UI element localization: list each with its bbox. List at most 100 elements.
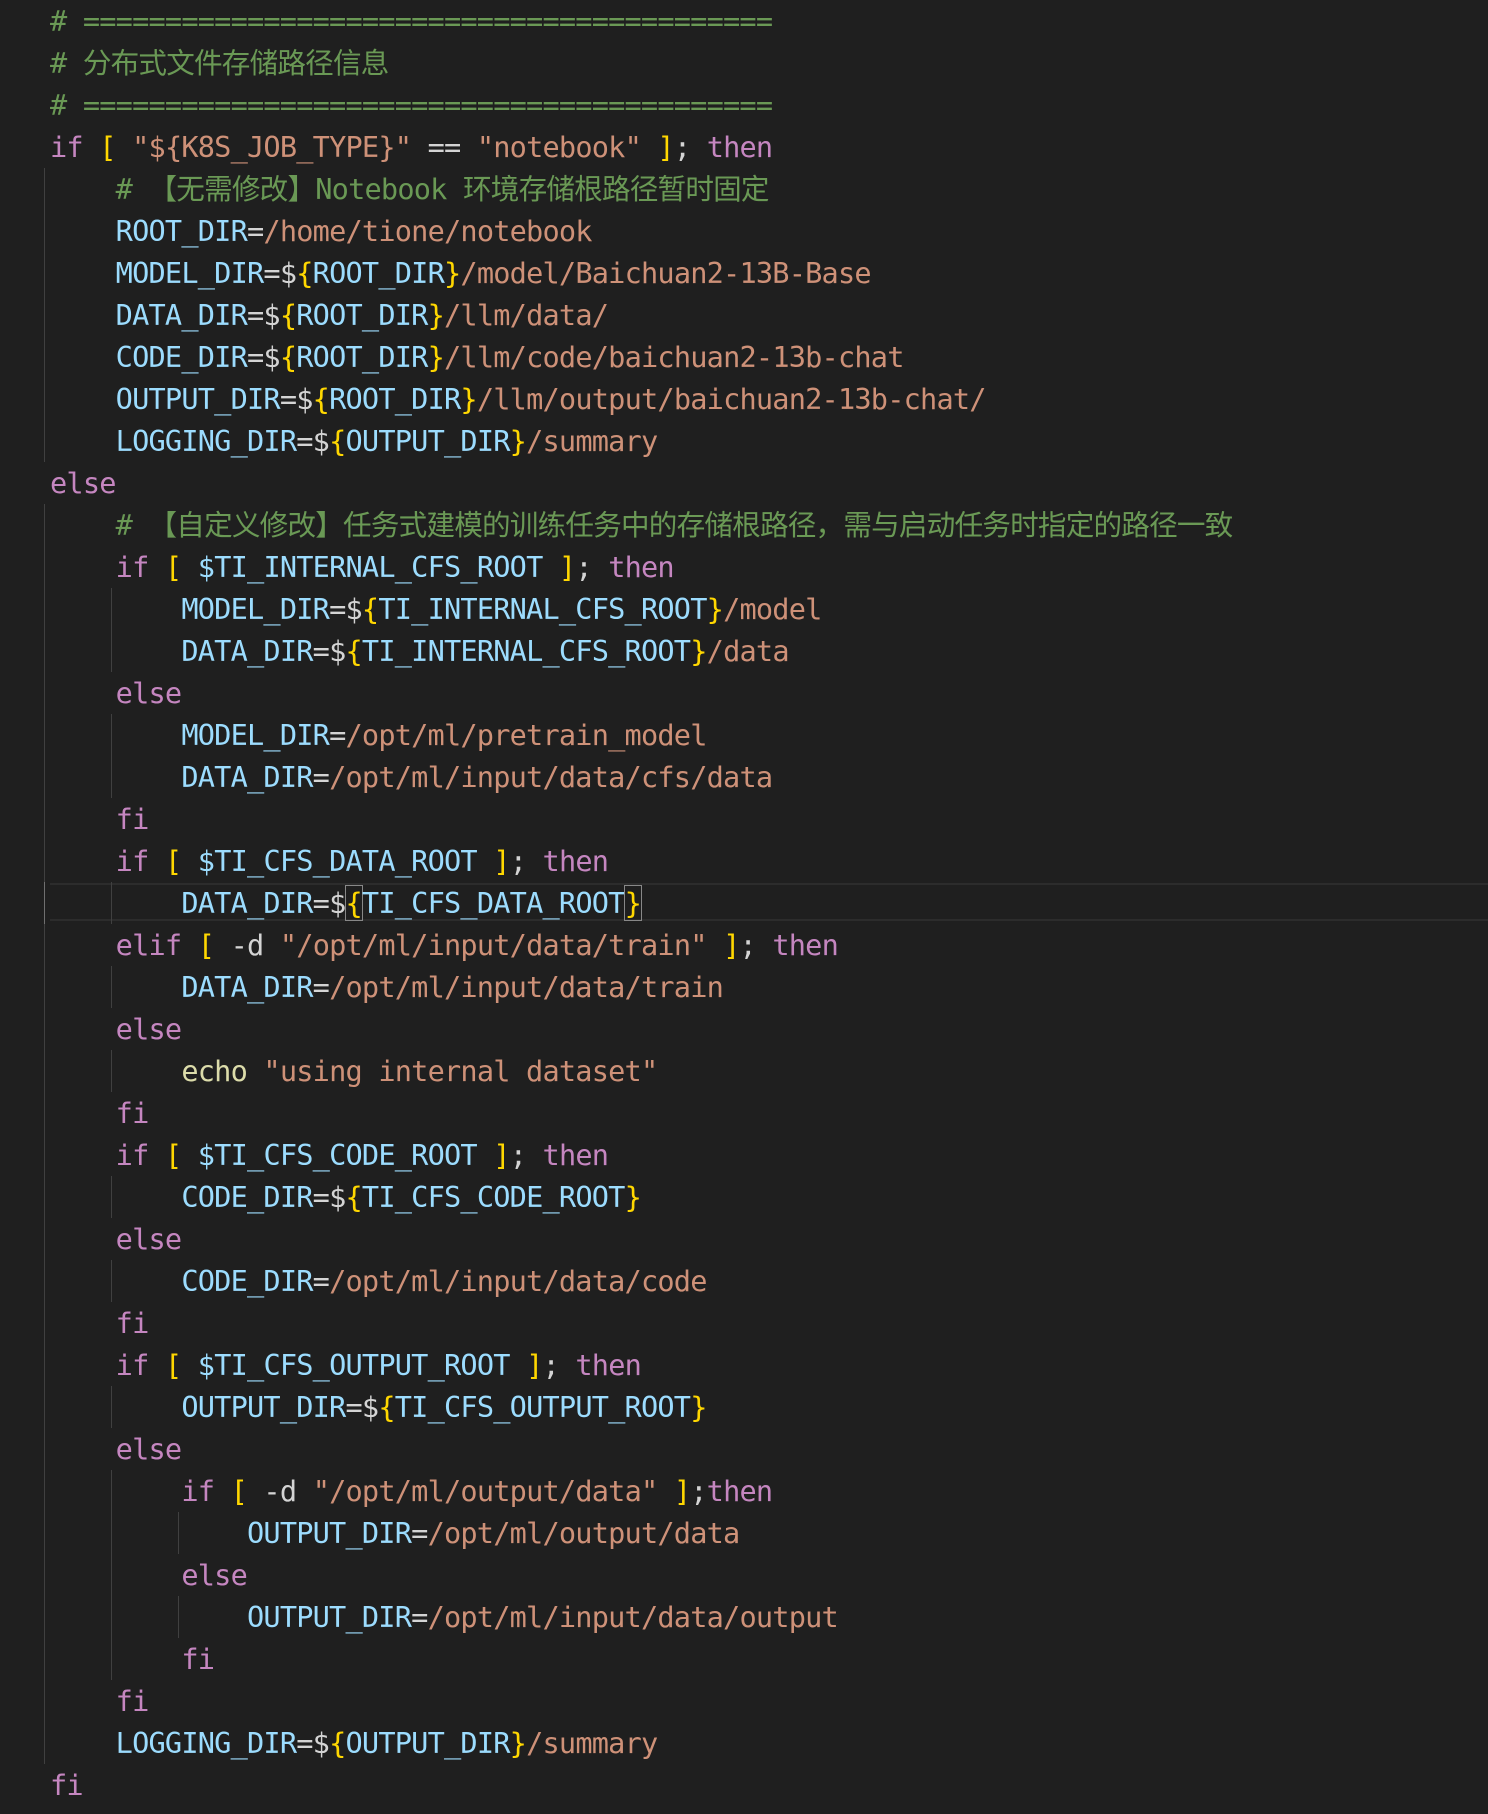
token-bracket: { <box>279 340 297 374</box>
indent-guide <box>44 1134 45 1176</box>
token-keyword: fi <box>50 1768 84 1802</box>
code-line[interactable]: OUTPUT_DIR=/opt/ml/input/data/output <box>44 1596 1232 1638</box>
code-lines[interactable]: # ======================================… <box>44 0 1488 1806</box>
token-bracket: { <box>345 634 363 668</box>
token-bracket: [ <box>164 1138 182 1172</box>
code-line[interactable]: elif [ -d "/opt/ml/input/data/train" ]; … <box>44 924 1232 966</box>
token-operator: =$ <box>296 424 330 458</box>
code-line[interactable]: fi <box>44 1302 1232 1344</box>
token-operator <box>50 550 116 584</box>
token-keyword: elif <box>115 928 182 962</box>
token-operator <box>50 1054 181 1088</box>
token-variable: DATA_DIR <box>181 970 313 1004</box>
token-operator <box>149 1348 165 1382</box>
token-operator <box>181 844 197 878</box>
token-comment: # ======================================… <box>50 88 773 122</box>
indent-guide <box>44 168 45 210</box>
code-line[interactable]: CODE_DIR=${ROOT_DIR}/llm/code/baichuan2-… <box>44 336 1232 378</box>
token-bracket: [ <box>99 130 116 164</box>
token-variable: MODEL_DIR <box>181 592 330 626</box>
token-variable: LOGGING_DIR <box>115 424 297 458</box>
indent-guide <box>44 588 45 630</box>
code-line[interactable]: DATA_DIR=${TI_CFS_DATA_ROOT} <box>44 882 1488 924</box>
code-line[interactable]: fi <box>44 798 1232 840</box>
token-string: /summary <box>526 424 658 458</box>
token-keyword: fi <box>115 1306 150 1340</box>
code-line[interactable]: else <box>50 462 1232 504</box>
token-operator: = <box>329 718 346 752</box>
code-line[interactable]: ROOT_DIR=/home/tione/notebook <box>44 210 1232 252</box>
code-line[interactable]: fi <box>44 1638 1232 1680</box>
token-bracket: [ <box>230 1474 248 1508</box>
indent-guide <box>44 1176 45 1218</box>
code-line[interactable]: if [ $TI_CFS_DATA_ROOT ]; then <box>44 840 1232 882</box>
code-line[interactable]: else <box>44 1008 1232 1050</box>
code-line[interactable]: DATA_DIR=/opt/ml/input/data/cfs/data <box>44 756 1232 798</box>
token-bracket: { <box>329 1726 346 1760</box>
token-keyword: then <box>608 550 674 584</box>
token-operator <box>50 382 116 416</box>
code-line[interactable]: OUTPUT_DIR=${TI_CFS_OUTPUT_ROOT} <box>44 1386 1232 1428</box>
token-variable: CODE_DIR <box>181 1264 313 1298</box>
token-function: echo <box>181 1054 247 1088</box>
token-operator: =$ <box>312 1180 347 1214</box>
token-operator: = <box>411 1600 428 1634</box>
code-line[interactable]: LOGGING_DIR=${OUTPUT_DIR}/summary <box>44 1722 1232 1764</box>
indent-guide <box>44 1008 45 1050</box>
code-line[interactable]: DATA_DIR=/opt/ml/input/data/train <box>44 966 1232 1008</box>
code-line[interactable]: # ======================================… <box>50 0 1232 42</box>
token-operator <box>50 844 116 878</box>
token-operator <box>50 886 181 920</box>
code-line[interactable]: # 分布式文件存储路径信息 <box>50 42 1232 84</box>
token-variable: CODE_DIR <box>115 340 248 374</box>
token-keyword: else <box>50 466 116 500</box>
code-line[interactable]: DATA_DIR=${TI_INTERNAL_CFS_ROOT}/data <box>44 630 1232 672</box>
code-line[interactable]: else <box>44 1554 1232 1596</box>
code-line[interactable]: OUTPUT_DIR=/opt/ml/output/data <box>44 1512 1232 1554</box>
code-line[interactable]: if [ $TI_CFS_CODE_ROOT ]; then <box>44 1134 1232 1176</box>
token-operator: ; <box>542 1348 576 1382</box>
code-line[interactable]: LOGGING_DIR=${OUTPUT_DIR}/summary <box>44 420 1232 462</box>
indent-guide <box>44 714 45 756</box>
code-line[interactable]: else <box>44 1428 1232 1470</box>
token-keyword: else <box>115 676 182 710</box>
code-line[interactable]: # 【无需修改】Notebook 环境存储根路径暂时固定 <box>44 168 1232 210</box>
indent-guide <box>44 1638 45 1680</box>
token-variable: TI_CFS_DATA_ROOT <box>361 886 625 920</box>
code-line[interactable]: CODE_DIR=${TI_CFS_CODE_ROOT} <box>44 1176 1232 1218</box>
code-line[interactable]: MODEL_DIR=${ROOT_DIR}/model/Baichuan2-13… <box>44 252 1232 294</box>
token-operator: == <box>411 130 477 164</box>
code-line[interactable]: else <box>44 1218 1232 1260</box>
code-line[interactable]: # ======================================… <box>50 84 1232 126</box>
indent-guide <box>44 1680 45 1722</box>
token-string: /opt/ml/input/data/output <box>427 1600 839 1634</box>
code-line[interactable]: fi <box>50 1764 1232 1806</box>
token-operator: =$ <box>247 298 281 332</box>
token-string: /opt/ml/input/data/cfs/data <box>329 760 773 794</box>
token-variable: CODE_DIR <box>181 1180 313 1214</box>
code-editor[interactable]: # ======================================… <box>0 0 1488 1814</box>
code-line[interactable]: if [ -d "/opt/ml/output/data" ];then <box>44 1470 1232 1512</box>
code-line[interactable]: MODEL_DIR=/opt/ml/pretrain_model <box>44 714 1232 756</box>
token-operator <box>510 1348 526 1382</box>
code-line[interactable]: if [ $TI_INTERNAL_CFS_ROOT ]; then <box>44 546 1232 588</box>
token-string: /summary <box>526 1726 658 1760</box>
code-line[interactable]: fi <box>44 1092 1232 1134</box>
code-line[interactable]: CODE_DIR=/opt/ml/input/data/code <box>44 1260 1232 1302</box>
token-keyword: fi <box>181 1642 215 1676</box>
code-line[interactable]: if [ "${K8S_JOB_TYPE}" == "notebook" ]; … <box>50 126 1232 168</box>
code-line[interactable]: OUTPUT_DIR=${ROOT_DIR}/llm/output/baichu… <box>44 378 1232 420</box>
token-string: "using internal dataset" <box>263 1054 658 1088</box>
code-line[interactable]: DATA_DIR=${ROOT_DIR}/llm/data/ <box>44 294 1232 336</box>
token-bracket: [ <box>164 1348 182 1382</box>
token-comment: # ======================================… <box>50 4 773 38</box>
token-variable: $TI_CFS_OUTPUT_ROOT <box>197 1348 511 1382</box>
token-string: /home/tione/notebook <box>263 214 592 248</box>
code-line[interactable]: MODEL_DIR=${TI_INTERNAL_CFS_ROOT}/model <box>44 588 1232 630</box>
code-line[interactable]: if [ $TI_CFS_OUTPUT_ROOT ]; then <box>44 1344 1232 1386</box>
code-line[interactable]: fi <box>44 1680 1232 1722</box>
token-variable: ROOT_DIR <box>312 256 445 290</box>
code-line[interactable]: else <box>44 672 1232 714</box>
code-line[interactable]: # 【自定义修改】任务式建模的训练任务中的存储根路径，需与启动任务时指定的路径一… <box>44 504 1233 546</box>
code-line[interactable]: echo "using internal dataset" <box>44 1050 1232 1092</box>
